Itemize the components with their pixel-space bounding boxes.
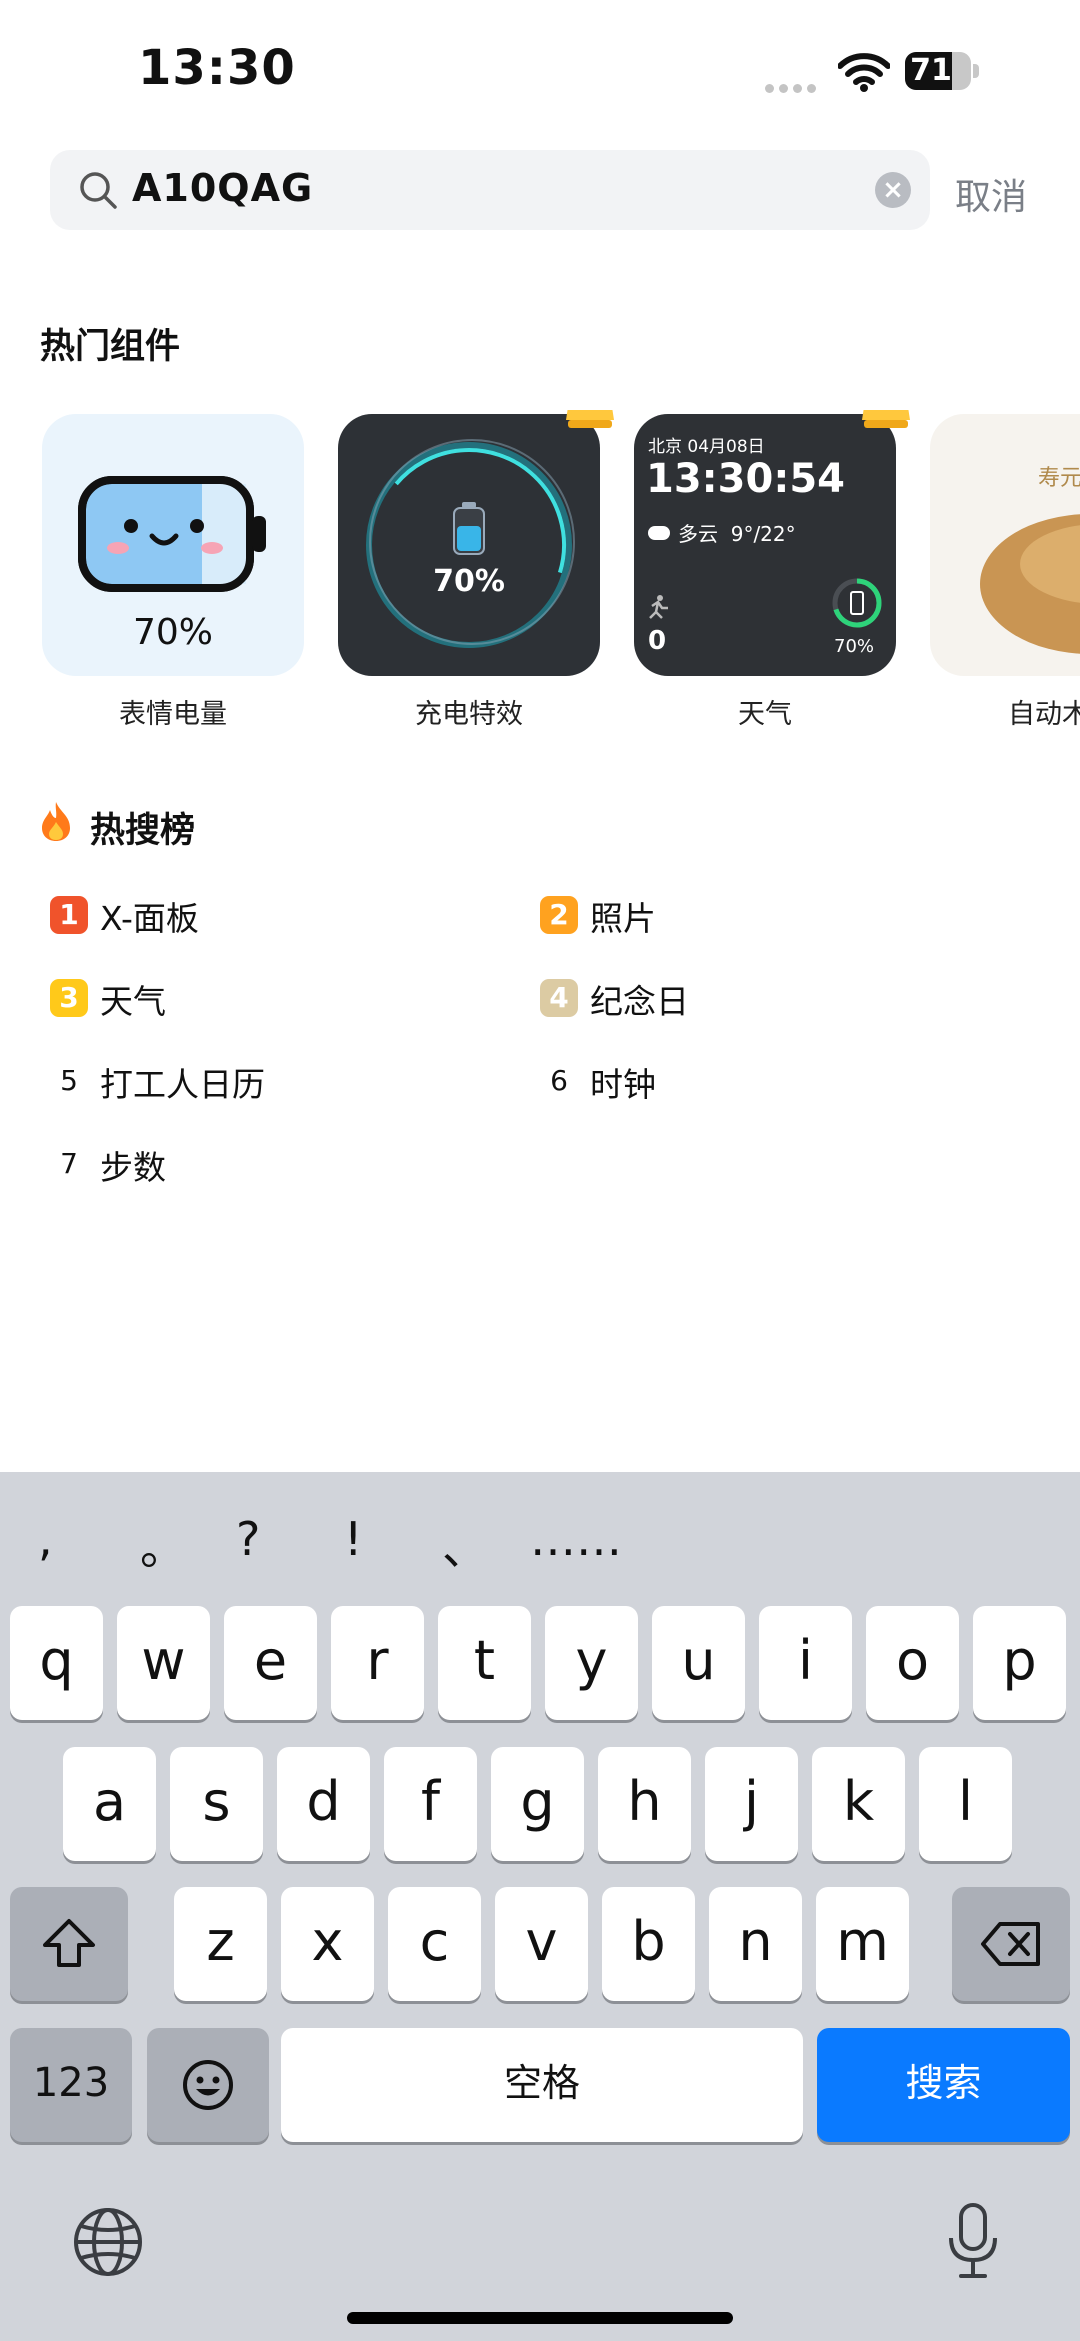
section-title-widgets: 热门组件 xyxy=(40,327,181,367)
key-o[interactable]: o xyxy=(866,1606,959,1720)
key-g[interactable]: g xyxy=(491,1747,584,1861)
rank-badge: 1 xyxy=(50,896,88,934)
keyboard: , 。?! 、 …… q w e r t y u i o p a s d f g h j k l z x c v b n m 123 空格搜… xyxy=(0,1472,1080,2341)
battery-indicator: 71 xyxy=(905,52,979,90)
globe-icon[interactable] xyxy=(72,2206,144,2278)
clear-icon[interactable]: × xyxy=(875,172,911,208)
hot-search-label: 打工人日历 xyxy=(100,1065,265,1104)
symbol-key[interactable]: 。 xyxy=(140,1512,186,1578)
hot-search-label: X-面板 xyxy=(100,899,199,938)
battery-ring-icon xyxy=(832,578,882,628)
key-y[interactable]: y xyxy=(545,1606,638,1720)
key-f[interactable]: f xyxy=(384,1747,477,1861)
symbol-key[interactable]: 、 xyxy=(442,1512,488,1578)
section-title-hot-search: 热搜榜 xyxy=(90,811,196,851)
key-v[interactable]: v xyxy=(495,1887,588,2001)
shift-icon xyxy=(43,1919,95,1967)
hot-search-label: 照片 xyxy=(590,899,656,938)
wifi-icon xyxy=(838,53,890,92)
symbol-key[interactable]: ? xyxy=(236,1512,260,1566)
status-time: 13:30 xyxy=(138,40,296,96)
crown-icon xyxy=(566,410,614,428)
charging-value: 70% xyxy=(433,564,505,599)
search-bar[interactable]: A10QAG × xyxy=(50,150,930,230)
home-indicator xyxy=(347,2312,733,2324)
key-l[interactable]: l xyxy=(919,1747,1012,1861)
key-h[interactable]: h xyxy=(598,1747,691,1861)
rank-badge: 5 xyxy=(60,1064,78,1097)
emoji-icon xyxy=(183,2060,233,2110)
space-key[interactable]: 空格 xyxy=(281,2028,803,2142)
weather-battery: 70% xyxy=(834,636,875,657)
key-i[interactable]: i xyxy=(759,1606,852,1720)
rank-badge: 4 xyxy=(540,979,578,1017)
key-u[interactable]: u xyxy=(652,1606,745,1720)
search-icon xyxy=(80,172,117,209)
widget-card-wooden-fish[interactable]: 寿元 xyxy=(930,414,1080,676)
symbol-key[interactable]: , xyxy=(38,1512,53,1566)
key-a[interactable]: a xyxy=(63,1747,156,1861)
charging-ring-icon xyxy=(366,439,575,648)
key-d[interactable]: d xyxy=(277,1747,370,1861)
widget-card-charging-effect[interactable]: 70% xyxy=(338,414,600,676)
rank-badge: 3 xyxy=(50,979,88,1017)
key-n[interactable]: n xyxy=(709,1887,802,2001)
microphone-icon[interactable] xyxy=(945,2202,1001,2280)
cancel-button[interactable]: 取消 xyxy=(955,168,1027,220)
weather-clock: 13:30:54 xyxy=(646,456,845,502)
widget-label: 自动木 xyxy=(1008,699,1080,730)
symbol-key[interactable]: …… xyxy=(530,1512,622,1566)
search-input[interactable]: A10QAG xyxy=(132,166,313,210)
weather-city-date: 北京 04月08日 xyxy=(648,437,765,457)
backspace-icon xyxy=(981,1922,1040,1966)
emoji-battery-icon xyxy=(78,476,266,592)
key-r[interactable]: r xyxy=(331,1606,424,1720)
key-z[interactable]: z xyxy=(174,1887,267,2001)
weather-summary: 多云 9°/22° xyxy=(678,522,796,546)
key-w[interactable]: w xyxy=(117,1606,210,1720)
key-b[interactable]: b xyxy=(602,1887,695,2001)
crown-icon xyxy=(862,410,910,428)
weather-steps: 0 xyxy=(648,626,667,656)
search-key[interactable]: 搜索 xyxy=(817,2028,1070,2142)
rank-badge: 2 xyxy=(540,896,578,934)
widget-label: 天气 xyxy=(738,699,792,730)
delete-key[interactable] xyxy=(952,1887,1070,2001)
widget-card-weather[interactable]: 北京 04月08日 13:30:54 多云 9°/22° 0 70% xyxy=(634,414,896,676)
emoji-battery-value: 70% xyxy=(132,612,213,653)
cloudy-icon xyxy=(648,526,670,540)
key-j[interactable]: j xyxy=(705,1747,798,1861)
hot-search-label: 纪念日 xyxy=(590,982,689,1021)
key-c[interactable]: c xyxy=(388,1887,481,2001)
wooden-fish-icon xyxy=(980,514,1080,654)
key-e[interactable]: e xyxy=(224,1606,317,1720)
key-k[interactable]: k xyxy=(812,1747,905,1861)
key-p[interactable]: p xyxy=(973,1606,1066,1720)
rank-badge: 7 xyxy=(60,1147,78,1180)
emoji-key[interactable] xyxy=(147,2028,269,2142)
numbers-key[interactable]: 123 xyxy=(10,2028,132,2142)
hot-search-label: 天气 xyxy=(100,982,166,1021)
key-x[interactable]: x xyxy=(281,1887,374,2001)
shift-key[interactable] xyxy=(10,1887,128,2001)
wooden-fish-badge: 寿元 xyxy=(1038,466,1080,491)
hot-search-label: 步数 xyxy=(100,1148,166,1187)
running-icon xyxy=(649,595,668,619)
battery-percent: 71 xyxy=(910,53,952,88)
hot-search-label: 时钟 xyxy=(590,1065,656,1104)
signal-dots-icon xyxy=(765,78,825,93)
symbol-key[interactable]: ! xyxy=(344,1512,362,1566)
key-t[interactable]: t xyxy=(438,1606,531,1720)
widget-label: 充电特效 xyxy=(415,699,523,730)
key-q[interactable]: q xyxy=(10,1606,103,1720)
key-s[interactable]: s xyxy=(170,1747,263,1861)
widget-card-emoji-battery[interactable]: 70% xyxy=(42,414,304,676)
key-m[interactable]: m xyxy=(816,1887,909,2001)
widget-label: 表情电量 xyxy=(119,699,227,730)
widgets-carousel[interactable]: 70% 表情电量 70% 充电特效 北京 04月08日 13:30:54 多云 … xyxy=(0,410,1080,740)
rank-badge: 6 xyxy=(550,1064,568,1097)
fire-icon xyxy=(42,802,70,841)
